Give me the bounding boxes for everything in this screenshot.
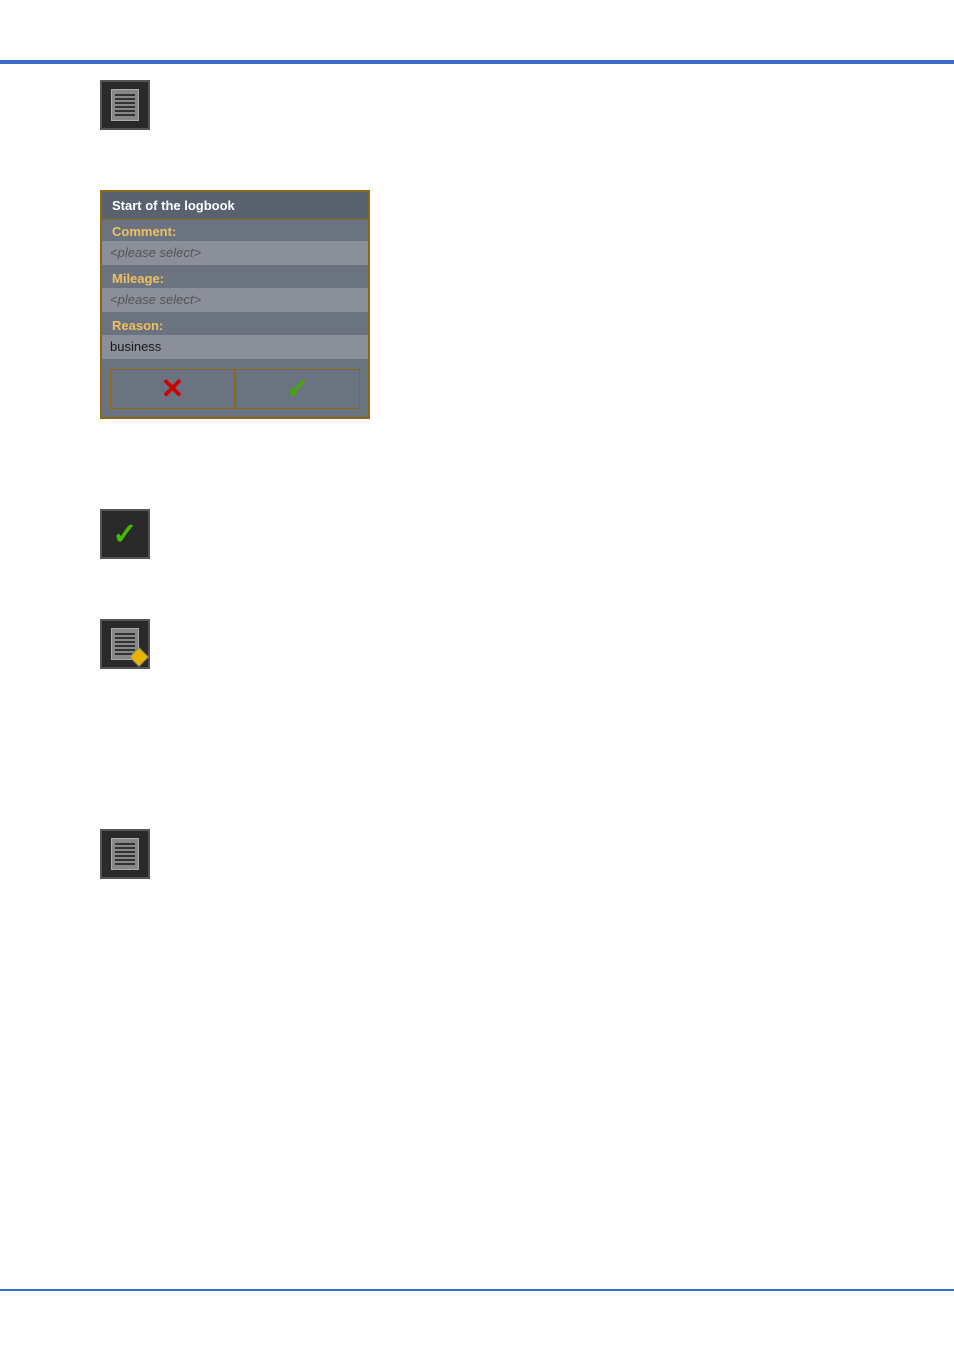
mileage-label: Mileage: bbox=[102, 267, 368, 288]
reason-label: Reason: bbox=[102, 314, 368, 335]
check-icon-button[interactable]: ✓ bbox=[100, 509, 150, 559]
logbook-icon bbox=[111, 89, 139, 121]
logbook-edit-button[interactable] bbox=[100, 619, 150, 669]
mileage-field[interactable]: <please select> bbox=[102, 288, 368, 312]
confirm-icon: ✓ bbox=[286, 375, 309, 403]
top-border bbox=[0, 60, 954, 64]
logbook-icon-button-2[interactable] bbox=[100, 829, 150, 879]
start-logbook-dialog: Start of the logbook Comment: <please se… bbox=[100, 190, 370, 419]
reason-field[interactable]: business bbox=[102, 335, 368, 359]
logbook-edit-icon bbox=[111, 628, 139, 660]
bottom-border bbox=[0, 1289, 954, 1291]
cancel-icon: ✕ bbox=[161, 375, 184, 403]
confirm-button[interactable]: ✓ bbox=[235, 369, 360, 409]
comment-label: Comment: bbox=[102, 220, 368, 241]
cancel-button[interactable]: ✕ bbox=[110, 369, 235, 409]
pencil-icon bbox=[129, 647, 149, 667]
dialog-title: Start of the logbook bbox=[102, 192, 368, 220]
dialog-buttons: ✕ ✓ bbox=[102, 361, 368, 417]
logbook-icon-button[interactable] bbox=[100, 80, 150, 130]
logbook-icon-2 bbox=[111, 838, 139, 870]
comment-field[interactable]: <please select> bbox=[102, 241, 368, 265]
checkmark-icon: ✓ bbox=[112, 517, 137, 552]
